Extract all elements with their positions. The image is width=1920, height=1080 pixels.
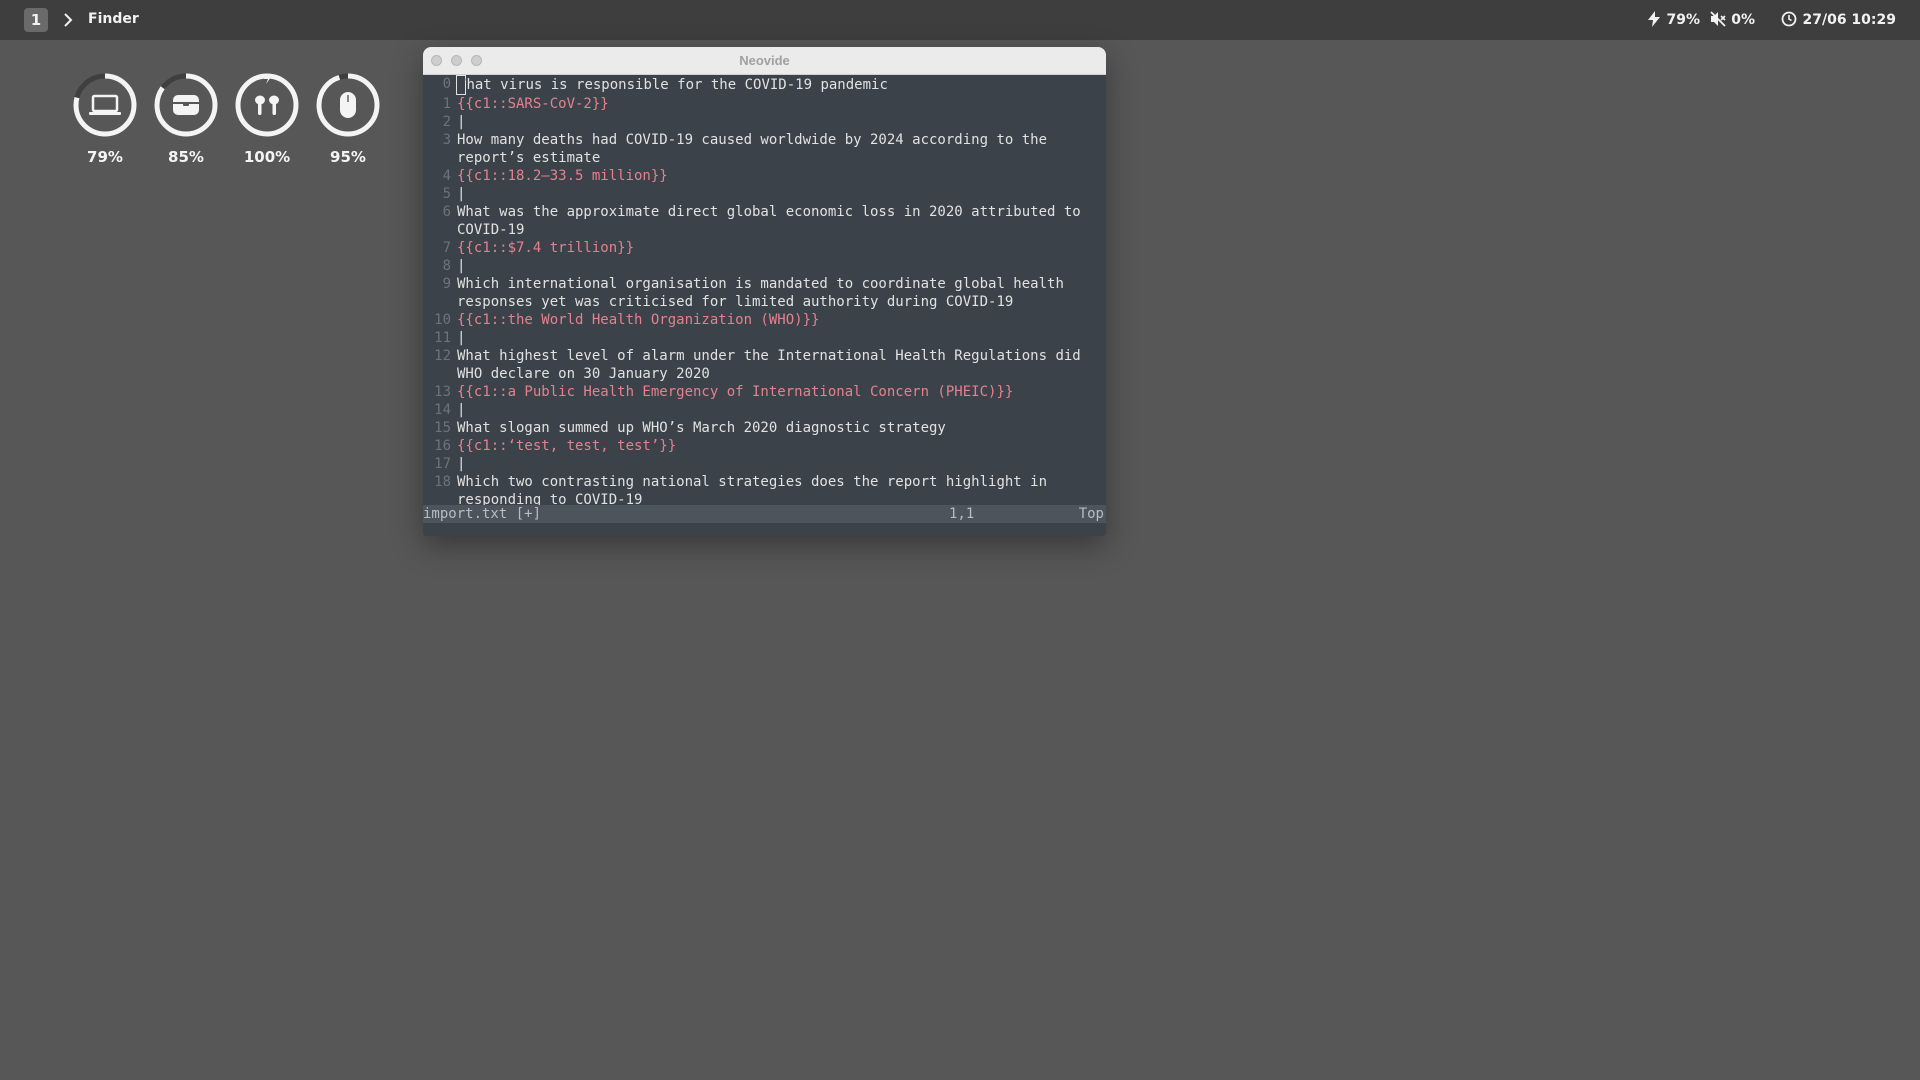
editor-line[interactable]: 17 | [423,455,1106,473]
line-number: 11 [434,330,451,346]
status-file-name: import.txt [+] [423,506,542,522]
case-icon [154,73,218,137]
status-scroll-position: Top [1078,506,1104,522]
device-percent: 85% [168,148,204,166]
line-number: 6 [442,204,451,220]
editor-line[interactable]: 9 Which international organisation is man… [423,275,1106,311]
line-number: 18 [434,474,451,490]
clock[interactable]: 27/06 10:29 [1781,11,1896,28]
neovide-window[interactable]: Neovide 0 What virus is responsible for t… [423,47,1106,536]
line-text[interactable]: | [457,185,1097,203]
device-case: 85% [151,72,221,166]
menu-bar: 1 Finder 79% 0% 27/06 10:29 [0,0,1920,40]
line-text[interactable]: What virus is responsible for the COVID-… [456,75,1097,95]
cloze-answer-text[interactable]: {{c1::the World Health Organization (WHO… [457,311,1097,329]
editor-line[interactable]: 12 What highest level of alarm under the … [423,347,1106,383]
line-number: 3 [442,132,451,148]
earbuds-icon [235,73,299,137]
editor-line[interactable]: 1 {{c1::SARS-CoV-2}} [423,95,1106,113]
line-text[interactable]: How many deaths had COVID-19 caused worl… [457,131,1097,167]
cloze-answer-text[interactable]: {{c1::$7.4 trillion}} [457,239,1097,257]
lightning-icon [1648,11,1661,27]
speaker-muted-icon [1710,11,1726,27]
line-text[interactable]: What was the approximate direct global e… [457,203,1097,239]
cloze-answer-text[interactable]: {{c1::18.2–33.5 million}} [457,167,1097,185]
cloze-answer-text[interactable]: {{c1::SARS-CoV-2}} [457,95,1097,113]
line-text[interactable]: What highest level of alarm under the In… [457,347,1097,383]
editor-line[interactable]: 8 | [423,257,1106,275]
editor-buffer[interactable]: 0 What virus is responsible for the COVID… [423,75,1106,508]
editor-line[interactable]: 13 {{c1::a Public Health Emergency of Int… [423,383,1106,401]
line-text[interactable]: | [457,329,1097,347]
editor-line[interactable]: 18 Which two contrasting national strateg… [423,473,1106,509]
editor-line[interactable]: 5 | [423,185,1106,203]
mouse-icon [316,73,380,137]
line-number: 8 [442,258,451,274]
line-text-rest: hat virus is responsible for the COVID-1… [466,77,888,93]
window-title: Neovide [739,53,790,68]
device-earbuds: 100% [232,72,302,166]
line-number: 9 [442,276,451,292]
editor-line[interactable]: 3 How many deaths had COVID-19 caused wor… [423,131,1106,167]
battery-percent: 79% [1666,12,1700,28]
device-percent: 100% [243,148,291,166]
date-time: 27/06 10:29 [1802,12,1896,28]
line-text[interactable]: | [457,455,1097,473]
status-line: import.txt [+] 1,1 Top [423,505,1106,523]
editor-line[interactable]: 7 {{c1::$7.4 trillion}} [423,239,1106,257]
editor-line[interactable]: 6 What was the approximate direct global … [423,203,1106,239]
line-number: 12 [434,348,451,364]
device-mouse: 95% [313,72,383,166]
volume-status[interactable]: 0% [1710,11,1755,28]
line-text[interactable]: Which international organisation is mand… [457,275,1097,311]
cloze-answer-text[interactable]: {{c1::a Public Health Emergency of Inter… [457,383,1097,401]
line-number: 10 [434,312,451,328]
clock-icon [1782,11,1797,27]
editor-line[interactable]: 15 What slogan summed up WHO’s March 2020… [423,419,1106,437]
line-number: 15 [434,420,451,436]
device-percent: 95% [330,148,366,166]
battery-widget: 79% 85% 100% 95% [56,54,396,184]
text-cursor: W [456,75,467,95]
editor-line[interactable]: 11 | [423,329,1106,347]
line-number: 17 [434,456,451,472]
device-laptop: 79% [70,72,140,166]
battery-status[interactable]: 79% [1647,11,1700,28]
line-text[interactable]: What slogan summed up WHO’s March 2020 d… [457,419,1097,437]
window-titlebar[interactable]: Neovide [423,47,1106,75]
line-number: 1 [442,96,451,112]
line-number: 7 [442,240,451,256]
line-number: 13 [434,384,451,400]
line-text[interactable]: | [457,257,1097,275]
editor-line[interactable]: 10 {{c1::the World Health Organization (W… [423,311,1106,329]
cloze-answer-text[interactable]: {{c1::‘test, test, test’}} [457,437,1097,455]
line-number: 14 [434,402,451,418]
line-number: 0 [442,76,451,92]
workspace-indicator[interactable]: 1 [24,8,48,32]
volume-percent: 0% [1731,12,1755,28]
line-number: 5 [442,186,451,202]
editor-line[interactable]: 0 What virus is responsible for the COVID… [423,75,1106,95]
editor-line[interactable]: 4 {{c1::18.2–33.5 million}} [423,167,1106,185]
device-percent: 79% [87,148,123,166]
chevron-right-icon [64,13,73,27]
editor-line[interactable]: 16 {{c1::‘test, test, test’}} [423,437,1106,455]
status-cursor-position: 1,1 [949,506,975,522]
laptop-icon [73,73,137,137]
line-text[interactable]: | [457,113,1097,131]
line-number: 16 [434,438,451,454]
line-number: 2 [442,114,451,130]
editor-line[interactable]: 2 | [423,113,1106,131]
line-text[interactable]: | [457,401,1097,419]
editor-line[interactable]: 14 | [423,401,1106,419]
active-app-name[interactable]: Finder [88,11,139,27]
line-text[interactable]: Which two contrasting national strategie… [457,473,1097,509]
line-number: 4 [442,168,451,184]
